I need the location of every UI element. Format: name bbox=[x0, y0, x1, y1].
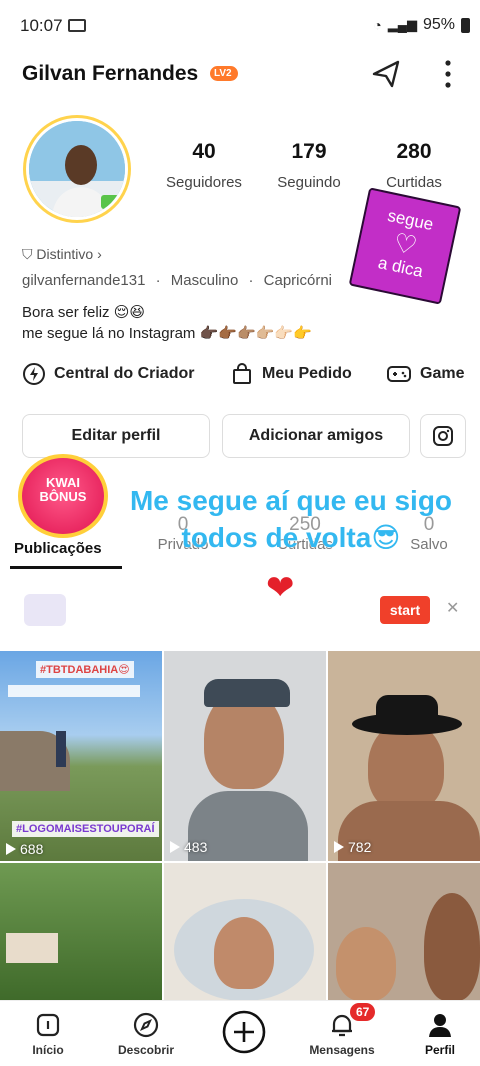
status-indicators: ◔ ▂▄▆ 95% bbox=[373, 16, 470, 34]
avatar-photo bbox=[29, 121, 125, 217]
cap-shape bbox=[204, 679, 290, 707]
views-count: 782 bbox=[348, 839, 372, 855]
profile-avatar[interactable] bbox=[26, 118, 128, 220]
hat-crown bbox=[376, 695, 438, 727]
person-body bbox=[424, 893, 480, 1001]
instagram-icon bbox=[433, 426, 453, 446]
segue-a-dica-sticker: segue ♡ a dica bbox=[348, 187, 462, 305]
chevron-right-icon: › bbox=[97, 246, 102, 262]
location-tag bbox=[8, 685, 140, 697]
ad-app-icon[interactable] bbox=[24, 594, 66, 626]
zodiac-sign: Capricórni bbox=[263, 272, 333, 289]
posts-grid: #TBTDABAHIA😍 #LOGOMAISESTOUPORAÍ 688 483… bbox=[0, 651, 480, 1001]
overlay-caption: Me segue aí que eu sigo todos de volta😎 bbox=[129, 485, 453, 554]
creator-center-label: Central do Criador bbox=[54, 365, 195, 382]
kwai-bonus-button[interactable]: KWAI BÔNUS bbox=[18, 454, 108, 538]
profile-name: Gilvan Fernandes bbox=[22, 62, 199, 85]
post-thumbnail[interactable] bbox=[0, 863, 162, 1001]
nav-home[interactable]: Início bbox=[8, 1007, 88, 1057]
game-button[interactable]: Game bbox=[386, 362, 464, 386]
tab-publications[interactable]: Publicações bbox=[14, 540, 102, 557]
gamepad-icon bbox=[387, 366, 411, 382]
post-views: 688 bbox=[6, 841, 43, 857]
post-thumbnail[interactable]: 483 bbox=[164, 651, 326, 861]
views-count: 688 bbox=[20, 841, 44, 857]
edit-profile-button[interactable]: Editar perfil bbox=[22, 414, 210, 458]
messages-badge: 67 bbox=[350, 1003, 376, 1021]
following-count: 179 bbox=[291, 140, 327, 163]
creator-bolt-icon bbox=[23, 363, 45, 385]
post-views: 483 bbox=[170, 839, 207, 855]
gallery-notification-icon bbox=[68, 19, 86, 32]
followers-label: Seguidores bbox=[166, 174, 242, 191]
bio-line2: me segue lá no Instagram 👉🏿👉🏾👉🏽👉🏼👉🏻👉 bbox=[22, 325, 312, 342]
views-count: 483 bbox=[184, 839, 208, 855]
nav-discover[interactable]: Descobrir bbox=[106, 1007, 186, 1057]
profile-info-line: gilvanfernande131 · Masculino · Capricór… bbox=[22, 272, 333, 289]
likes-count: 280 bbox=[396, 140, 432, 163]
stat-followers[interactable]: 40 Seguidores bbox=[149, 140, 259, 191]
kwai-bonus-line1: KWAI bbox=[46, 475, 80, 490]
nav-home-label: Início bbox=[32, 1043, 64, 1057]
my-order-label: Meu Pedido bbox=[262, 365, 352, 382]
shopping-bag-icon bbox=[233, 363, 251, 384]
badge-link[interactable]: ⛉ Distintivo › bbox=[22, 246, 102, 263]
followers-count: 40 bbox=[192, 140, 216, 163]
profile-bio: Bora ser feliz 😌😆 me segue lá no Instagr… bbox=[22, 302, 312, 344]
home-icon bbox=[36, 1013, 60, 1037]
nav-messages-label: Mensagens bbox=[309, 1043, 375, 1057]
kwai-bonus-line2: BÔNUS bbox=[39, 489, 87, 505]
nav-profile[interactable]: Perfil bbox=[400, 1007, 480, 1057]
stat-following[interactable]: 179 Seguindo bbox=[254, 140, 364, 191]
add-friends-button[interactable]: Adicionar amigos bbox=[222, 414, 410, 458]
share-icon[interactable] bbox=[368, 56, 404, 92]
signal-icon: ▂▄▆ bbox=[387, 17, 417, 32]
my-order-button[interactable]: Meu Pedido bbox=[230, 362, 352, 386]
post-thumbnail[interactable]: #TBTDABAHIA😍 #LOGOMAISESTOUPORAÍ 688 bbox=[0, 651, 162, 861]
status-bar: 10:07 ◔ ▂▄▆ 95% bbox=[0, 0, 480, 52]
wifi-icon: ◔ bbox=[373, 17, 382, 33]
following-label: Seguindo bbox=[277, 174, 341, 191]
ad-start-button[interactable]: start bbox=[380, 596, 430, 624]
battery-icon bbox=[461, 17, 470, 33]
hiker-shape bbox=[56, 731, 66, 767]
username: gilvanfernande131 bbox=[22, 272, 146, 289]
nav-discover-label: Descobrir bbox=[117, 1043, 175, 1057]
instagram-button[interactable] bbox=[420, 414, 466, 458]
badge-label: Distintivo bbox=[36, 246, 94, 262]
play-icon bbox=[334, 841, 344, 853]
post-caption-bottom: #LOGOMAISESTOUPORAÍ bbox=[12, 821, 159, 837]
post-views: 782 bbox=[334, 839, 371, 855]
nav-create[interactable] bbox=[204, 1007, 284, 1057]
creator-center-button[interactable]: Central do Criador bbox=[22, 362, 194, 386]
post-thumbnail[interactable] bbox=[328, 863, 480, 1001]
bottom-nav: Início Descobrir Mensagens Perfil bbox=[0, 1000, 480, 1066]
plus-icon bbox=[222, 1010, 266, 1054]
person-face bbox=[214, 917, 274, 989]
badge-icon: ⛉ bbox=[22, 246, 33, 262]
close-icon[interactable]: ✕ bbox=[446, 598, 459, 618]
battery-level: 95% bbox=[422, 16, 455, 33]
post-thumbnail[interactable] bbox=[164, 863, 326, 1001]
person-face bbox=[336, 927, 396, 1001]
stat-likes[interactable]: 280 Curtidas bbox=[359, 140, 469, 191]
more-options-icon[interactable] bbox=[438, 58, 458, 92]
play-icon bbox=[6, 843, 16, 855]
house-shape bbox=[6, 933, 58, 963]
game-label: Game bbox=[420, 365, 465, 382]
bio-line1: Bora ser feliz 😌😆 bbox=[22, 304, 145, 321]
person-icon bbox=[429, 1014, 451, 1037]
quick-actions: Central do Criador Meu Pedido Game bbox=[0, 362, 480, 392]
play-icon bbox=[170, 841, 180, 853]
heart-icon: ❤ bbox=[266, 569, 295, 607]
post-caption-top: #TBTDABAHIA😍 bbox=[36, 661, 134, 678]
level-badge[interactable]: LV2 bbox=[210, 66, 238, 81]
tab-active-indicator bbox=[10, 566, 122, 569]
post-thumbnail[interactable]: 782 bbox=[328, 651, 480, 861]
compass-icon bbox=[133, 1012, 159, 1038]
nav-profile-label: Perfil bbox=[424, 1043, 455, 1057]
gender: Masculino bbox=[170, 272, 239, 289]
status-time: 10:07 bbox=[20, 16, 63, 35]
